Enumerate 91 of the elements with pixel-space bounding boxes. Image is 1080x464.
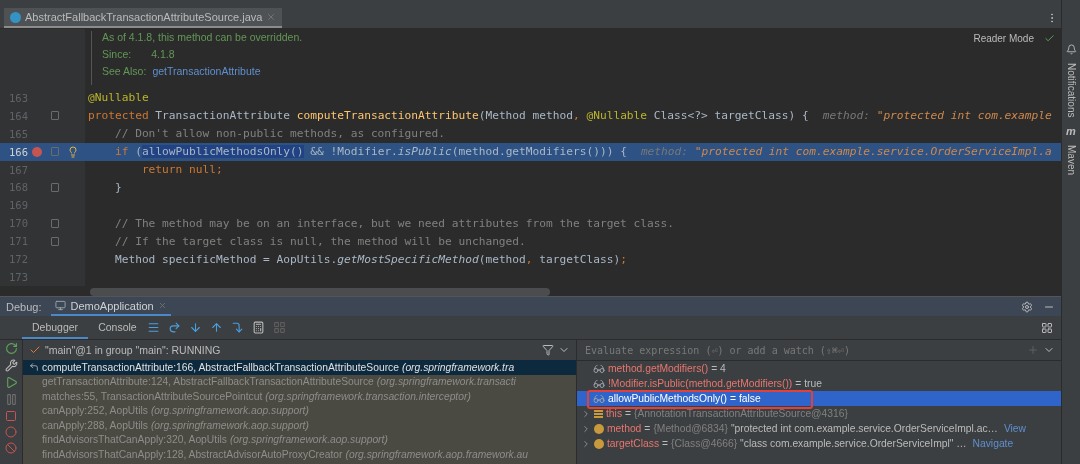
code-line: // Don't allow non-public methods, as configured.	[113, 127, 445, 141]
rerun-icon[interactable]	[4, 342, 18, 355]
code-line: if (allowPublicMethodsOnly() && !Modifier.isPublic(method.getModifiers())) { method: "protected int com.example.service.OrderServiceImpl.a	[113, 145, 1052, 159]
code-line: return null;	[140, 163, 223, 176]
expand-icon[interactable]	[581, 423, 591, 434]
doc-label: See Also:	[102, 65, 147, 77]
thread-selector[interactable]: "main"@1 in group "main": RUNNING	[45, 344, 538, 356]
stop-icon[interactable]	[5, 410, 17, 422]
code-line: Method specificMethod = AopUtils.getMostSpecificMethod(method, targetClass);	[113, 252, 627, 266]
frame-method: canApply:288, AopUtils	[42, 419, 148, 431]
frame-package: (org.springframework.aop.support)	[150, 419, 309, 431]
parameter-icon	[594, 423, 604, 434]
debugger-tab[interactable]: Console	[88, 316, 147, 339]
step-out-icon[interactable]	[209, 321, 223, 334]
frame-package: (org.springframework.transaction.interceptor)	[265, 390, 471, 402]
check-icon	[29, 344, 41, 356]
variable-row[interactable]: allowPublicMethodsOnly() = false	[577, 391, 1061, 406]
frame-method: canApply:252, AopUtils	[42, 405, 148, 417]
frame-method: findAdvisorsThatCanApply:320, AopUtils	[42, 434, 227, 446]
lightbulb-icon[interactable]	[67, 145, 79, 158]
frame-method: matches:55, TransactionAttributeSourcePointcut	[42, 390, 263, 402]
code-line: protected TransactionAttribute computeTransactionAttribute(Method method, @Nullable Class<?> targetClass) { method: "protected int com.example	[87, 109, 1052, 123]
pause-icon[interactable]	[4, 393, 18, 406]
line-number: 166	[8, 145, 28, 158]
frame-package: (org.springframework.aop.support)	[150, 405, 309, 417]
bell-icon[interactable]	[1065, 44, 1077, 55]
fold-icon[interactable]	[51, 111, 59, 121]
doc-value: 4.1.8	[151, 48, 175, 60]
frame-package: (org.springframework.transacti	[376, 376, 516, 388]
editor-tab[interactable]: AbstractFallbackTransactionAttributeSource.java	[4, 8, 283, 28]
layout-icon[interactable]	[1041, 321, 1053, 334]
code-line: }	[113, 180, 122, 194]
fold-icon[interactable]	[51, 147, 59, 157]
glasses-icon	[593, 362, 605, 375]
stack-frame[interactable]: computeTransactionAttribute:166, AbstractFallbackTransactionAttributeSource (org.springframework.tra	[23, 360, 576, 375]
doc-link[interactable]: getTransactionAttribute	[152, 65, 261, 77]
debug-label: Debug:	[6, 300, 42, 313]
code-line: // The method may be on an interface, but we need attributes from the target class.	[113, 216, 674, 230]
return-icon	[29, 362, 39, 373]
glasses-icon	[593, 392, 605, 405]
fold-icon[interactable]	[51, 236, 59, 246]
filter-icon[interactable]	[542, 344, 554, 356]
fold-icon[interactable]	[51, 182, 59, 192]
calculator-icon[interactable]	[251, 321, 265, 334]
frame-package: (org.springframework.aop.framework.au	[345, 448, 529, 460]
settings-icon[interactable]	[1021, 300, 1033, 313]
frame-method: getTransactionAttribute:124, AbstractFallbackTransactionAttributeSource	[42, 376, 374, 388]
debugger-tab[interactable]: Debugger	[22, 316, 89, 339]
expand-icon[interactable]	[581, 408, 591, 419]
frame-package: (org.springframework.tra	[401, 361, 515, 373]
menu-icon[interactable]	[146, 321, 160, 334]
wrench-icon[interactable]	[4, 359, 18, 372]
close-icon[interactable]	[157, 301, 167, 310]
scrollbar[interactable]	[90, 288, 550, 297]
expand-icon[interactable]	[581, 438, 591, 449]
close-icon[interactable]	[266, 12, 277, 22]
maven-icon[interactable]: m	[1066, 125, 1076, 138]
monitor-icon	[55, 300, 67, 311]
add-icon[interactable]	[1027, 344, 1039, 356]
frame-method: computeTransactionAttribute:166, AbstractFallbackTransactionAttributeSource	[42, 361, 399, 373]
tool-window-tab[interactable]: Maven	[1065, 145, 1077, 176]
code-line: // If the target class is null, the method will be unchanged.	[113, 234, 526, 248]
frame-method: findAdvisorsThatCanApply:128, AbstractAdvisorAutoProxyCreator	[42, 448, 343, 460]
code-line: @Nullable	[87, 91, 149, 105]
tool-window-tab[interactable]: Notifications	[1065, 63, 1077, 118]
variable-row[interactable]: this = {AnnotationTransactionAttributeSource@4316}	[577, 406, 1061, 421]
glasses-icon	[593, 377, 605, 390]
reader-mode-button[interactable]: Reader Mode	[973, 33, 1034, 44]
variable-row[interactable]: method.getModifiers() = 4	[577, 361, 1061, 376]
breakpoints-icon[interactable]	[5, 426, 17, 438]
breakpoint-icon[interactable]	[32, 146, 42, 157]
mute-breakpoints-icon[interactable]	[5, 442, 17, 454]
session-tab[interactable]: DemoApplication	[51, 297, 171, 316]
class-file-icon	[10, 11, 21, 23]
frame-package: (org.springframework.aop.support)	[229, 434, 388, 446]
doc-text: As of 4.1.8, this method can be overridden.	[102, 31, 303, 43]
run-to-cursor-icon[interactable]	[230, 321, 244, 334]
step-over-icon[interactable]	[167, 321, 181, 334]
fold-icon[interactable]	[51, 218, 59, 228]
variable-link[interactable]: View	[1003, 423, 1026, 434]
variable-row[interactable]: targetClass = {Class@4666} "class com.example.service.OrderServiceImpl" … Navigate	[577, 436, 1061, 451]
resume-icon[interactable]	[4, 376, 18, 389]
parameter-icon	[594, 438, 604, 449]
variable-row[interactable]: !Modifier.isPublic(method.getModifiers()) = true	[577, 376, 1061, 391]
check-icon	[1044, 33, 1055, 44]
variable-link[interactable]: Navigate	[972, 438, 1014, 449]
doc-label: Since:	[102, 48, 132, 60]
trace-icon[interactable]	[272, 321, 286, 334]
step-into-icon[interactable]	[188, 321, 202, 334]
variable-row[interactable]: method = {Method@6834} "protected int com.example.service.OrderServiceImpl.ac… View	[577, 421, 1061, 436]
object-icon	[594, 409, 603, 418]
